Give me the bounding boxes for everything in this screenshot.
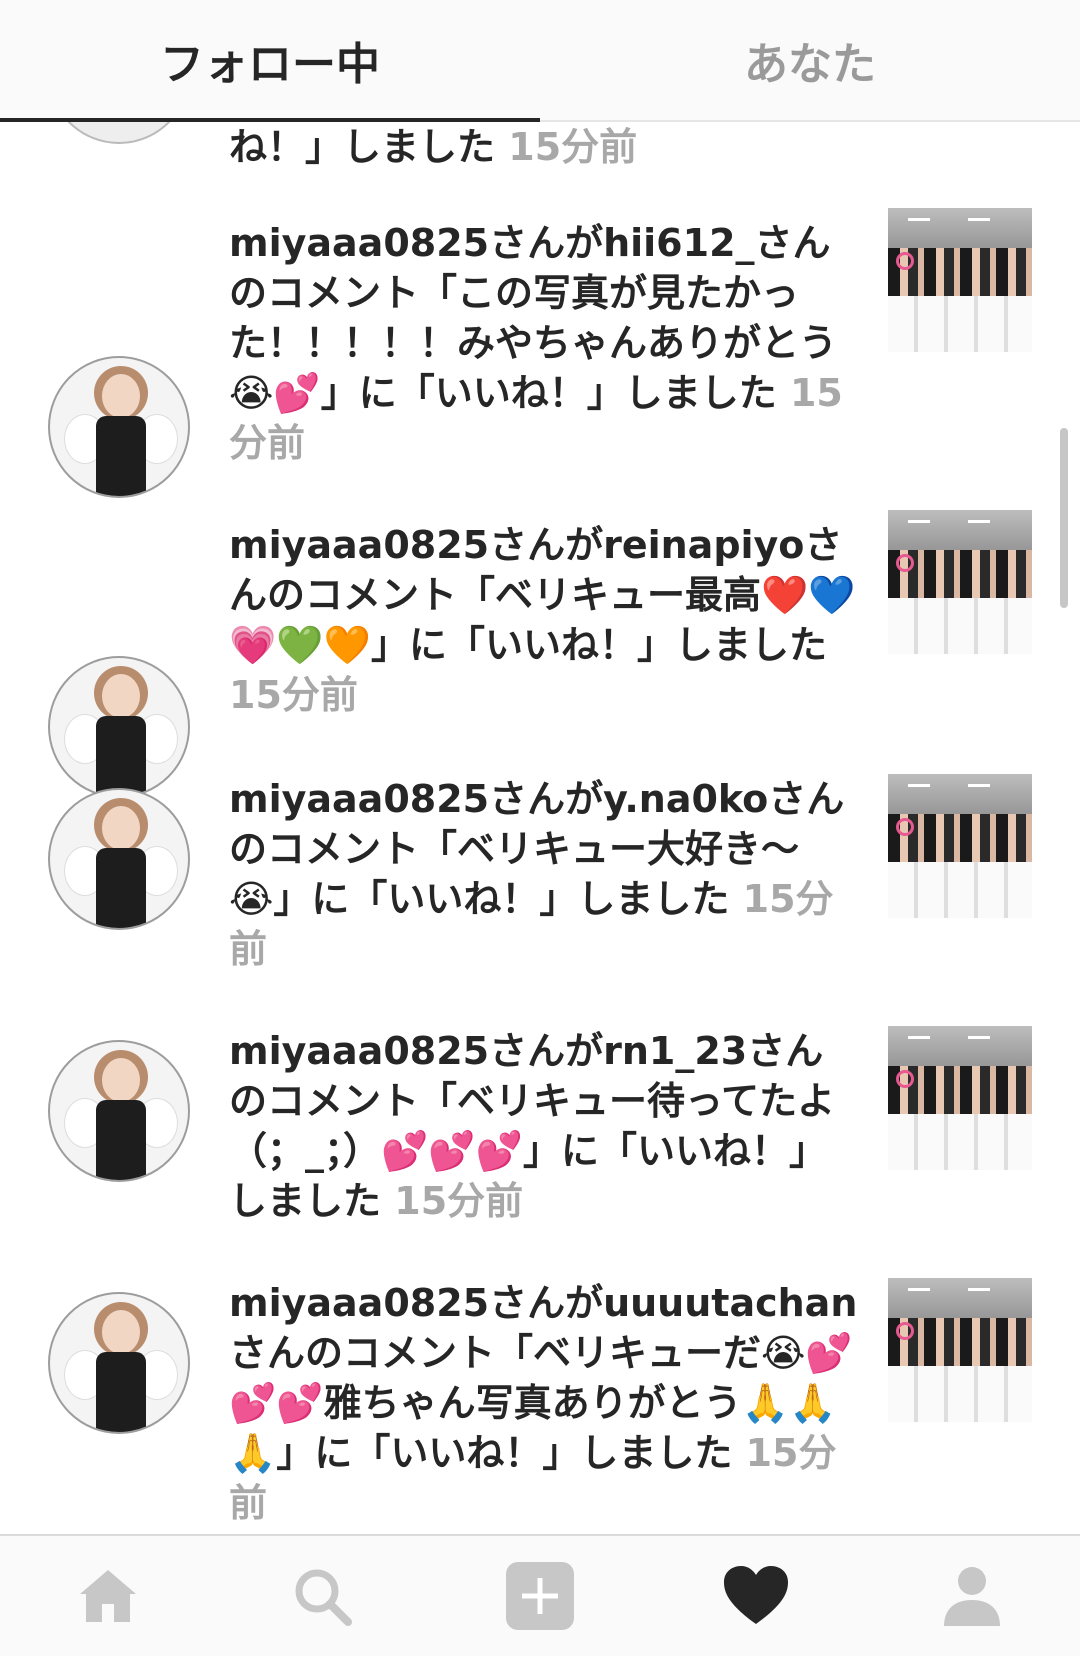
add-icon[interactable]: [500, 1556, 580, 1636]
post-thumbnail[interactable]: [888, 1278, 1032, 1422]
profile-icon-svg: [944, 1567, 1000, 1626]
tab-you[interactable]: あなた: [540, 0, 1080, 120]
post-thumbnail[interactable]: [888, 208, 1032, 352]
bottom-navigation: [0, 1534, 1080, 1656]
profile-icon[interactable]: [932, 1556, 1012, 1636]
avatar[interactable]: [48, 656, 190, 798]
search-icon[interactable]: [282, 1556, 362, 1636]
activity-time: 15分前: [394, 1179, 524, 1223]
post-thumbnail[interactable]: [888, 774, 1032, 918]
post-thumbnail[interactable]: [888, 510, 1032, 654]
avatar[interactable]: [48, 122, 190, 144]
activity-text-block: miyaaa0825さんがreinapiyoさんのコメント「ベリキュー最高❤️💙…: [229, 520, 859, 720]
activity-time: 15分前: [229, 673, 358, 717]
home-icon[interactable]: [68, 1556, 148, 1636]
post-thumbnail[interactable]: [888, 1026, 1032, 1170]
activity-time: 15分前: [508, 125, 638, 169]
add-icon-svg: [506, 1562, 574, 1630]
activity-text: miyaaa0825さんがhii612_さんのコメント「この写真が見たかった！！…: [229, 221, 838, 415]
activity-text-block: miyaaa0825さんがrn1_23さんのコメント「ベリキュー待ってたよ（；_…: [229, 1026, 859, 1226]
activity-text: ね！」しました: [229, 125, 496, 169]
tab-indicator: [0, 118, 540, 122]
activity-text: miyaaa0825さんがreinapiyoさんのコメント「ベリキュー最高❤️💙…: [229, 523, 856, 667]
avatar[interactable]: [48, 1040, 190, 1182]
search-icon-svg: [295, 1569, 352, 1626]
heart-icon[interactable]: [716, 1556, 796, 1636]
avatar[interactable]: [48, 788, 190, 930]
partial-activity-text: ね！」しました 15分前: [229, 122, 869, 172]
activity-feed: ね！」しました 15分前 miyaaa0825さんがhii612_さんのコメント…: [0, 122, 1080, 1534]
avatar[interactable]: [48, 356, 190, 498]
activity-text: miyaaa0825さんがrn1_23さんのコメント「ベリキュー待ってたよ（；_…: [229, 1029, 836, 1223]
home-icon-svg: [80, 1570, 136, 1622]
activity-text-block: miyaaa0825さんがuuuutachanさんのコメント「ベリキューだ😭💕💕…: [229, 1278, 859, 1528]
activity-tabs: フォロー中 あなた: [0, 0, 1080, 122]
tab-following[interactable]: フォロー中: [0, 0, 540, 120]
activity-text-block: miyaaa0825さんがy.na0koさんのコメント「ベリキュー大好き〜😭」に…: [229, 774, 859, 974]
activity-text-block: miyaaa0825さんがhii612_さんのコメント「この写真が見たかった！！…: [229, 218, 859, 468]
avatar[interactable]: [48, 1292, 190, 1434]
heart-icon-svg: [724, 1566, 788, 1624]
scrollbar[interactable]: [1060, 428, 1068, 608]
